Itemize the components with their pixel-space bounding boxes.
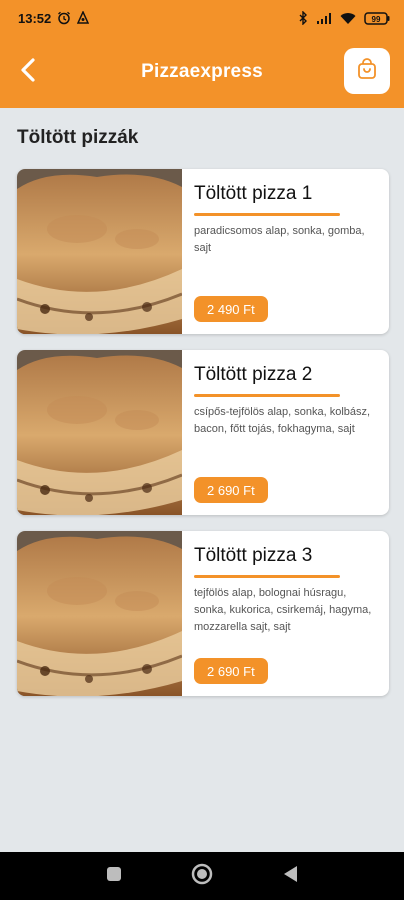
alarm-icon	[57, 11, 71, 25]
title-underline	[194, 575, 340, 578]
status-bar: 13:52 99	[0, 0, 404, 36]
recents-button[interactable]	[100, 862, 128, 890]
page-title: Pizzaexpress	[141, 61, 263, 82]
battery-icon: 99	[364, 11, 390, 25]
system-nav-bar	[0, 852, 404, 900]
bluetooth-icon	[298, 11, 308, 25]
system-back-button[interactable]	[276, 862, 304, 890]
title-underline	[194, 213, 340, 216]
product-image	[17, 531, 182, 696]
app-bar: Pizzaexpress	[0, 36, 404, 108]
product-description: paradicsomos alap, sonka, gomba, sajt	[194, 225, 365, 254]
product-name: Töltött pizza 2	[194, 364, 313, 385]
product-name: Töltött pizza 1	[194, 183, 313, 204]
title-underline	[194, 394, 340, 397]
product-image	[17, 350, 182, 515]
product-card[interactable]: Töltött pizza 2 csípős-tejfölös alap, so…	[17, 350, 389, 515]
chevron-left-icon	[20, 57, 36, 88]
recents-icon	[106, 866, 122, 887]
home-button[interactable]	[188, 862, 216, 890]
back-button[interactable]	[14, 56, 42, 88]
price-button[interactable]: 2 490 Ft	[194, 296, 268, 322]
price-button[interactable]: 2 690 Ft	[194, 477, 268, 503]
shopping-bag-icon	[356, 57, 378, 85]
battery-level: 99	[372, 15, 381, 24]
android-icon	[77, 11, 90, 25]
product-description: tejfölös alap, bolognai húsragu, sonka, …	[194, 587, 372, 633]
product-name: Töltött pizza 3	[194, 545, 313, 566]
signal-icon	[316, 12, 332, 25]
product-image	[17, 169, 182, 334]
product-description: csípős-tejfölös alap, sonka, kolbász, ba…	[194, 406, 371, 435]
back-icon	[282, 865, 298, 888]
product-card[interactable]: Töltött pizza 3 tejfölös alap, bolognai …	[17, 531, 389, 696]
home-icon	[191, 863, 213, 890]
section-title: Töltött pizzák	[17, 127, 139, 148]
wifi-icon	[340, 12, 356, 25]
cart-button[interactable]	[344, 48, 390, 94]
price-button[interactable]: 2 690 Ft	[194, 658, 268, 684]
status-time: 13:52	[18, 10, 52, 26]
product-card[interactable]: Töltött pizza 1 paradicsomos alap, sonka…	[17, 169, 389, 334]
